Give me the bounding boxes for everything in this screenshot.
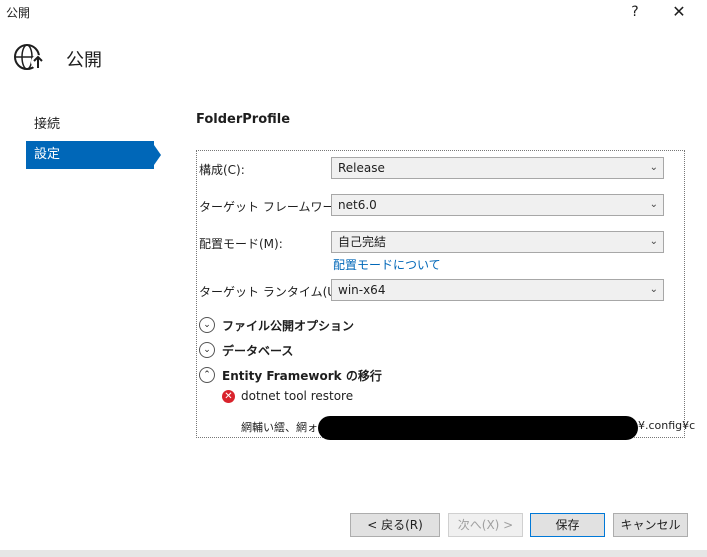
deploy-mode-help-link[interactable]: 配置モードについて xyxy=(333,256,441,273)
page-title: 公開 xyxy=(66,50,102,71)
runtime-select[interactable]: win-x64 ⌄ xyxy=(331,279,664,301)
chevron-down-icon: ⌄ xyxy=(649,236,658,247)
close-button[interactable]: ✕ xyxy=(666,2,692,22)
expand-database-icon[interactable]: ⌄ xyxy=(199,342,215,358)
runtime-label: ターゲット ランタイム(U): xyxy=(199,285,345,299)
help-button[interactable]: ? xyxy=(625,2,645,22)
section-file-publish-options[interactable]: ファイル公開オプション xyxy=(222,317,354,334)
deploy-mode-value: 自己完結 xyxy=(338,235,387,249)
expand-file-options-icon[interactable]: ⌄ xyxy=(199,317,215,333)
configuration-value: Release xyxy=(338,161,385,175)
sidebar-item-settings[interactable]: 設定 xyxy=(26,141,154,169)
profile-name: FolderProfile xyxy=(196,112,291,127)
title-bar xyxy=(0,0,707,26)
deploy-mode-label: 配置モード(M): xyxy=(199,237,283,251)
collapse-ef-migrations-icon[interactable]: ⌃ xyxy=(199,367,215,383)
next-button[interactable]: 次へ(X) > xyxy=(448,513,523,537)
framework-value: net6.0 xyxy=(338,198,377,212)
configuration-label: 構成(C): xyxy=(199,163,245,177)
chevron-down-icon: ⌄ xyxy=(649,199,658,210)
runtime-value: win-x64 xyxy=(338,283,386,297)
chevron-down-icon: ⌄ xyxy=(649,162,658,173)
migration-error-text: dotnet tool restore xyxy=(241,389,354,403)
globe-publish-icon xyxy=(14,44,45,70)
section-ef-migrations[interactable]: Entity Framework の移行 xyxy=(222,367,382,384)
window-bottom-edge xyxy=(0,550,707,557)
selection-pointer xyxy=(154,145,161,165)
migration-path-suffix: ¥.config¥c xyxy=(638,419,696,432)
save-button[interactable]: 保存 xyxy=(530,513,605,537)
section-database[interactable]: データベース xyxy=(222,342,293,359)
framework-select[interactable]: net6.0 ⌄ xyxy=(331,194,664,216)
redaction-mark xyxy=(318,416,638,440)
error-icon: ✕ xyxy=(222,390,235,403)
deploy-mode-select[interactable]: 自己完結 ⌄ xyxy=(331,231,664,253)
sidebar-item-connect[interactable]: 接続 xyxy=(26,111,154,139)
back-button[interactable]: < 戻る(R) xyxy=(350,513,440,537)
window-title: 公開 xyxy=(6,6,31,20)
cancel-button[interactable]: キャンセル xyxy=(613,513,688,537)
configuration-select[interactable]: Release ⌄ xyxy=(331,157,664,179)
chevron-down-icon: ⌄ xyxy=(649,284,658,295)
